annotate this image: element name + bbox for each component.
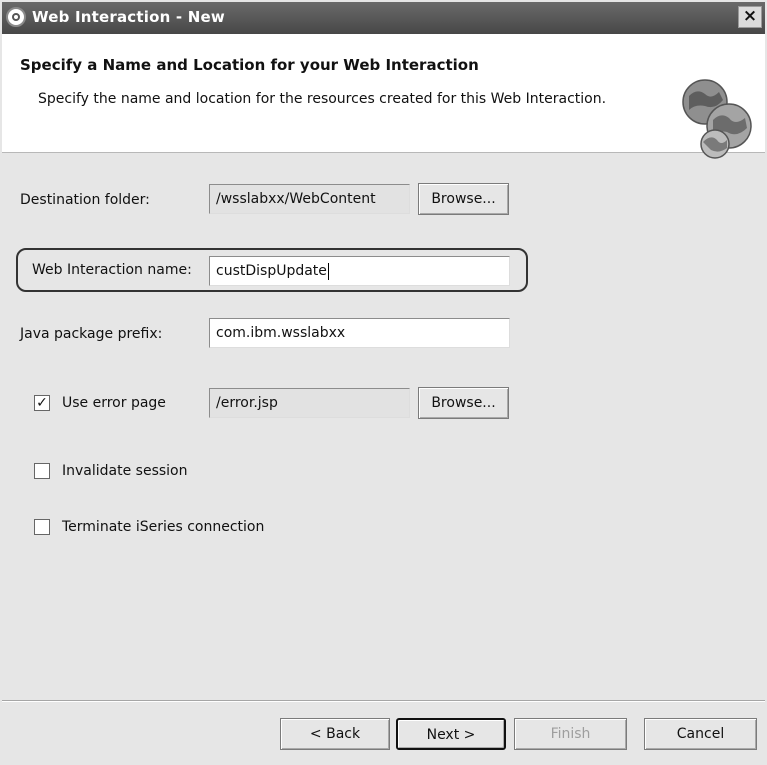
error-page-browse-button[interactable]: Browse... — [418, 387, 509, 419]
invalidate-session-label[interactable]: Invalidate session — [62, 463, 188, 479]
terminate-iseries-checkbox[interactable] — [34, 519, 50, 535]
use-error-page-label[interactable]: Use error page — [62, 395, 166, 411]
next-button[interactable]: Next > — [396, 718, 506, 750]
window-title: Web Interaction - New — [32, 8, 225, 26]
close-button[interactable]: × — [738, 6, 762, 28]
globe-icon — [682, 79, 752, 159]
destination-folder-label: Destination folder: — [20, 192, 150, 208]
destination-folder-field: /wsslabxx/WebContent — [209, 184, 410, 214]
java-package-prefix-input[interactable]: com.ibm.wsslabxx — [209, 318, 510, 348]
title-bar[interactable]: Web Interaction - New × — [2, 2, 765, 34]
button-bar-separator — [2, 700, 765, 702]
web-interaction-name-input[interactable]: custDispUpdate — [209, 256, 510, 286]
app-icon — [6, 7, 26, 27]
web-interaction-name-value: custDispUpdate — [216, 263, 327, 279]
cancel-button[interactable]: Cancel — [644, 718, 757, 750]
finish-button: Finish — [514, 718, 627, 750]
wizard-dialog: Web Interaction - New × Specify a Name a… — [0, 0, 767, 765]
use-error-page-checkbox[interactable]: ✓ — [34, 395, 50, 411]
destination-browse-button[interactable]: Browse... — [418, 183, 509, 215]
check-mark-icon: ✓ — [36, 395, 48, 411]
wizard-header: Specify a Name and Location for your Web… — [2, 34, 765, 159]
java-package-prefix-label: Java package prefix: — [20, 326, 163, 342]
back-button[interactable]: < Back — [280, 718, 390, 750]
terminate-iseries-label[interactable]: Terminate iSeries connection — [62, 519, 264, 535]
page-description: Specify the name and location for the re… — [38, 91, 607, 107]
error-page-field: /error.jsp — [209, 388, 410, 418]
web-interaction-name-label: Web Interaction name: — [32, 262, 192, 278]
page-heading: Specify a Name and Location for your Web… — [20, 56, 479, 74]
text-caret — [327, 262, 329, 280]
invalidate-session-checkbox[interactable] — [34, 463, 50, 479]
